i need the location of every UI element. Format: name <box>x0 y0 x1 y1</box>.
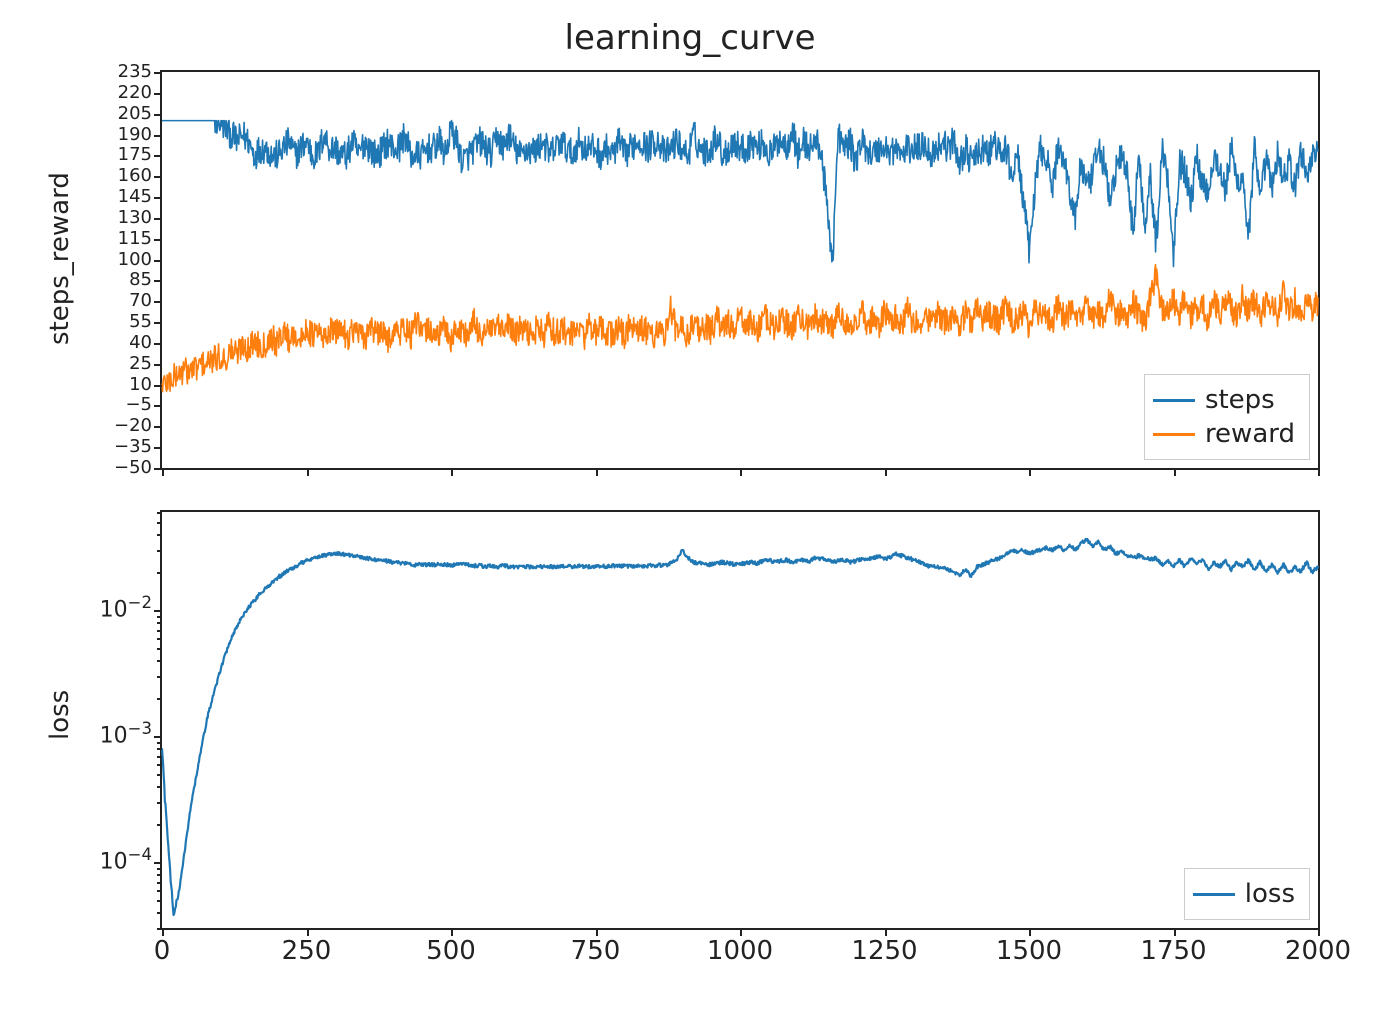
ytick-label: 130 <box>118 209 162 227</box>
ytick-label: 145 <box>118 188 162 206</box>
plot-loss <box>162 512 1318 928</box>
axes-loss: loss 10−410−310−202505007501000125015001… <box>160 510 1320 930</box>
ytick-label: 10 <box>129 376 162 394</box>
legend-label-reward: reward <box>1205 419 1295 449</box>
legend-bottom: loss <box>1184 868 1310 920</box>
ytick-label: 70 <box>129 292 162 310</box>
ytick-label: 55 <box>129 313 162 331</box>
xtick-label: 1250 <box>851 928 917 966</box>
axes-steps-reward: steps reward −50−35−20−51025405570851001… <box>160 70 1320 470</box>
xtick-label: 0 <box>154 928 171 966</box>
figure-title: learning_curve <box>0 18 1380 58</box>
ytick-label: 190 <box>118 126 162 144</box>
ytick-label: 85 <box>129 271 162 289</box>
figure: learning_curve steps reward −50−35−20−51… <box>0 0 1380 1013</box>
xtick-label: 1750 <box>1140 928 1206 966</box>
ytick-label: 205 <box>118 105 162 123</box>
ytick-label: 220 <box>118 84 162 102</box>
legend-label-steps: steps <box>1205 385 1275 415</box>
legend-swatch-steps <box>1153 399 1195 402</box>
ylabel-top: steps_reward <box>45 172 75 345</box>
ytick-label: 100 <box>118 251 162 269</box>
legend-entry-steps: steps <box>1153 383 1295 417</box>
ylabel-bottom: loss <box>45 690 75 740</box>
xtick-label: 1000 <box>707 928 773 966</box>
ytick-label: 160 <box>118 167 162 185</box>
legend-swatch-loss <box>1193 893 1235 896</box>
ytick-label: 235 <box>118 63 162 81</box>
ytick-label: 10−3 <box>100 724 162 749</box>
legend-entry-reward: reward <box>1153 417 1295 451</box>
xtick-label: 2000 <box>1285 928 1351 966</box>
xtick-label: 750 <box>571 928 621 966</box>
ytick-label: 175 <box>118 146 162 164</box>
ytick-label: 40 <box>129 334 162 352</box>
legend-entry-loss: loss <box>1193 877 1295 911</box>
legend-swatch-reward <box>1153 433 1195 436</box>
ytick-label: −50 <box>114 459 162 477</box>
xtick-label: 500 <box>426 928 476 966</box>
legend-label-loss: loss <box>1245 879 1295 909</box>
legend-top: steps reward <box>1144 374 1310 460</box>
ytick-label: 25 <box>129 355 162 373</box>
ytick-label: 115 <box>118 230 162 248</box>
xtick-label: 1500 <box>996 928 1062 966</box>
ytick-label: −5 <box>125 396 162 414</box>
ytick-label: 10−4 <box>100 850 162 875</box>
ytick-label: −20 <box>114 417 162 435</box>
xtick-label: 250 <box>282 928 332 966</box>
ytick-label: −35 <box>114 438 162 456</box>
ytick-label: 10−2 <box>100 598 162 623</box>
